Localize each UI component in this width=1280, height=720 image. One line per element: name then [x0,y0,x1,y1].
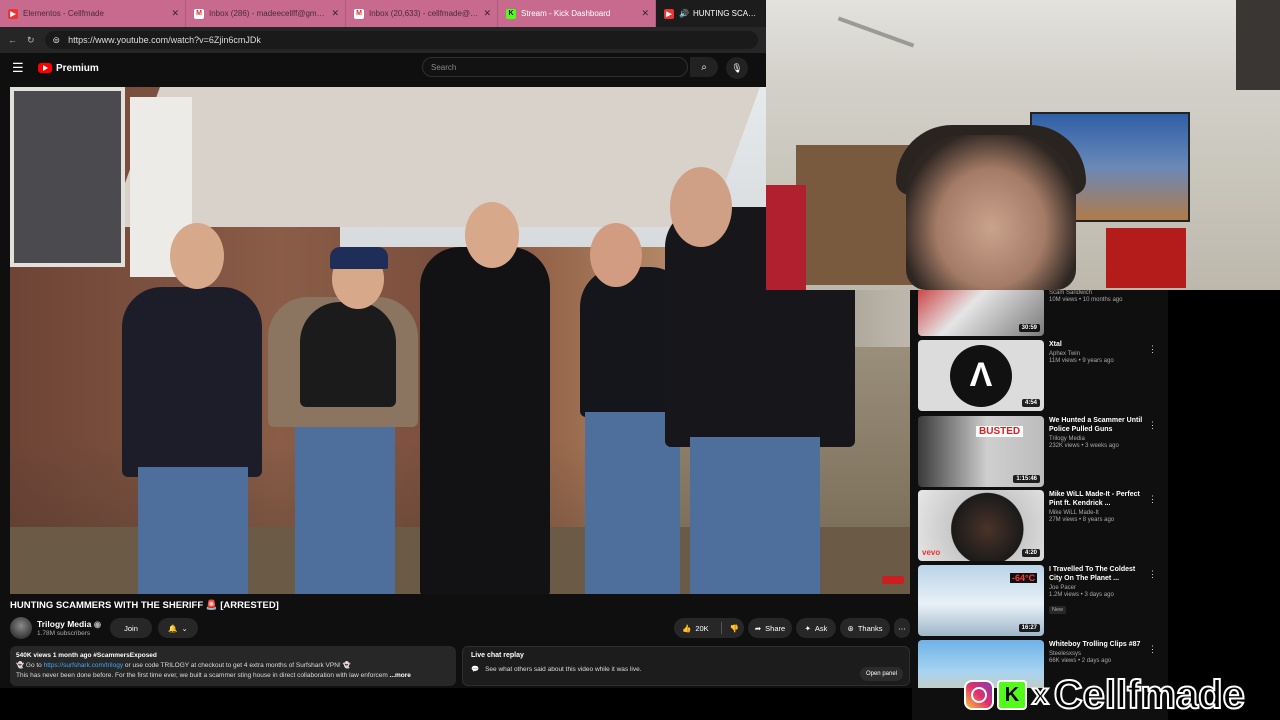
search-input[interactable]: Search [422,57,688,77]
browser-tab[interactable]: M Inbox (20,633) - cellfmade@gmail ✕ [346,0,498,27]
video-thumbnail[interactable]: Λ 4:54 [918,340,1044,411]
logo-text: Premium [56,62,99,74]
youtube-icon: ▶ [8,8,18,19]
address-bar: ← ↻ ⊜ https://www.youtube.com/watch?v=6Z… [0,27,766,53]
browser-tab[interactable]: M Inbox (286) - madeecellff@gmail.c ✕ [186,0,346,27]
close-icon[interactable]: ✕ [171,8,179,19]
open-panel-button[interactable]: Open panel [859,667,903,681]
bell-icon: 🔔 [168,623,178,633]
close-icon[interactable]: ✕ [483,8,491,19]
reload-icon[interactable]: ↻ [27,35,35,46]
video-thumbnail[interactable]: vevo 4:20 [918,490,1044,561]
subscriber-count: 1.78M subscribers [37,630,91,637]
voice-search-button[interactable]: 🎙 [726,57,748,79]
site-info-icon[interactable]: ⊜ [53,35,61,46]
recommendation-item[interactable]: BUSTED 1:15:46 We Hunted a Scammer Until… [918,416,1168,488]
recommendation-item[interactable]: Λ 4:54 Xtal Aphex Twin 11M views • 9 yea… [918,340,1168,412]
video-thumbnail[interactable]: -64°C 16:27 [918,565,1044,636]
kebab-menu-icon[interactable]: ⋮ [1148,644,1157,655]
stream-layout: ▶ Elementos - Cellfmade ✕ M Inbox (286) … [0,0,1280,720]
more-icon: ⋯ [898,623,906,633]
search-button[interactable]: ⌕ [690,57,718,77]
share-button[interactable]: ➦ Share [748,618,792,638]
like-button[interactable]: 👍 20K 👎 [674,618,744,638]
more-actions-button[interactable]: ⋯ [894,618,910,638]
youtube-watermark-icon [882,576,904,584]
browser-tab-bar: ▶ Elementos - Cellfmade ✕ M Inbox (286) … [0,0,766,27]
close-icon[interactable]: ✕ [331,8,339,19]
channel-avatar[interactable] [10,617,32,639]
kebab-menu-icon[interactable]: ⋮ [1148,344,1157,355]
search-icon: ⌕ [701,61,707,73]
recommendations-sidebar: 30:59 Scam Sandwich 10M views • 10 month… [912,290,1168,688]
youtube-play-icon [38,63,52,73]
thanks-icon: ⊛ [847,623,854,633]
instagram-icon [964,680,994,710]
microphone-icon: 🎙 [731,62,743,73]
browser-tab[interactable]: ▶ Elementos - Cellfmade ✕ [0,0,186,27]
person-figure [122,287,262,477]
thumbs-up-icon: 👍 [682,623,692,633]
close-icon[interactable]: ✕ [641,8,649,19]
sponsor-link[interactable]: https://surfshark.com/trilogy [44,662,123,669]
chat-icon: 💬 [471,666,480,673]
recommendation-item[interactable]: -64°C 16:27 I Travelled To The Coldest C… [918,565,1168,637]
video-thumbnail[interactable]: BUSTED 1:15:46 [918,416,1044,487]
kick-icon: K [997,680,1027,710]
house-window [10,87,125,267]
browser-tab-active[interactable]: ▶ 🔊 HUNTING SCAMM [656,0,766,27]
person-figure [420,247,550,594]
channel-row: Trilogy Media ◉ 1.78M subscribers Join 🔔… [10,616,910,640]
youtube-header: ☰ Premium Search ⌕ 🎙 [0,53,766,83]
kebab-menu-icon[interactable]: ⋮ [1148,420,1157,431]
ask-button[interactable]: ✦ Ask [796,618,836,638]
verified-icon: ◉ [93,619,102,629]
chevron-down-icon: ⌄ [181,623,188,633]
video-description[interactable]: 540K views 1 month ago #ScammersExposed … [10,646,456,686]
url-field[interactable]: ⊜ https://www.youtube.com/watch?v=6Zjin6… [44,31,758,49]
browser-tab[interactable]: K Stream - Kick Dashboard ✕ [498,0,656,27]
kebab-menu-icon[interactable]: ⋮ [1148,494,1157,505]
recommendation-item[interactable]: vevo 4:20 Mike WiLL Made-It - Perfect Pi… [918,490,1168,562]
hamburger-menu-icon[interactable]: ☰ [12,60,32,76]
youtube-icon: ▶ [664,8,674,19]
back-icon[interactable]: ← [8,35,17,45]
more-link[interactable]: ...more [390,672,411,679]
new-badge: New [1049,606,1067,614]
gmail-icon: M [354,8,364,19]
url-text: https://www.youtube.com/watch?v=6Zjin6cm… [68,35,261,45]
share-icon: ➦ [754,623,762,633]
video-title: HUNTING SCAMMERS WITH THE SHERIFF 🚨 [ARR… [10,600,279,611]
speaker-icon[interactable]: 🔊 [679,9,689,18]
kebab-menu-icon[interactable]: ⋮ [1148,569,1157,580]
vevo-logo: vevo [922,548,941,557]
thumbs-down-icon[interactable]: 👎 [730,624,739,633]
streamer-name: Cellfmade [1053,672,1246,718]
thanks-button[interactable]: ⊛ Thanks [840,618,890,638]
streamer-face [906,135,1076,290]
video-thumbnail[interactable]: 30:59 [918,290,1044,336]
sparkle-icon: ✦ [804,623,811,633]
kick-icon: K [506,8,516,19]
live-chat-replay: Live chat replay 💬 See what others said … [462,646,910,686]
channel-name[interactable]: Trilogy Media ◉ [37,619,101,630]
streamer-branding: K x Cellfmade [964,672,1246,718]
webcam-feed [766,0,1280,290]
youtube-logo[interactable]: Premium [38,63,99,74]
join-button[interactable]: Join [110,618,152,638]
aphex-logo-icon: Λ [950,344,1012,407]
gmail-icon: M [194,8,204,19]
notification-bell-button[interactable]: 🔔 ⌄ [158,618,198,638]
